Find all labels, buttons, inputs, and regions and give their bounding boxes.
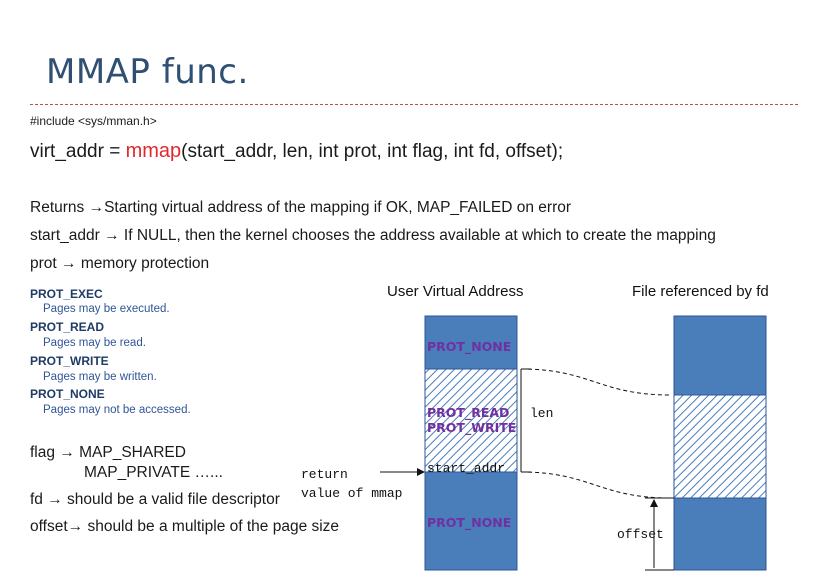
mapping-curve-bottom [520,471,671,499]
file-block-bottom [673,497,767,571]
return-label: return [301,467,348,482]
file-block-mapped [673,394,767,499]
user-mid-prot-write-label: PROT_WRITE [427,420,517,435]
user-bottom-prot-label: PROT_NONE [427,515,512,530]
return-value-label: value of mmap [301,486,403,501]
user-top-prot-label: PROT_NONE [427,339,512,354]
start-addr-label: start_addr [427,461,506,476]
user-mid-prot-read-label: PROT_READ [427,405,510,420]
user-virtual-address-heading: User Virtual Address [387,283,524,300]
file-referenced-heading: File referenced by fd [632,283,769,300]
offset-diagram-label: offset [617,527,664,542]
file-block-top [673,315,767,396]
mapping-curve-top [520,368,671,396]
len-label: len [530,406,554,421]
